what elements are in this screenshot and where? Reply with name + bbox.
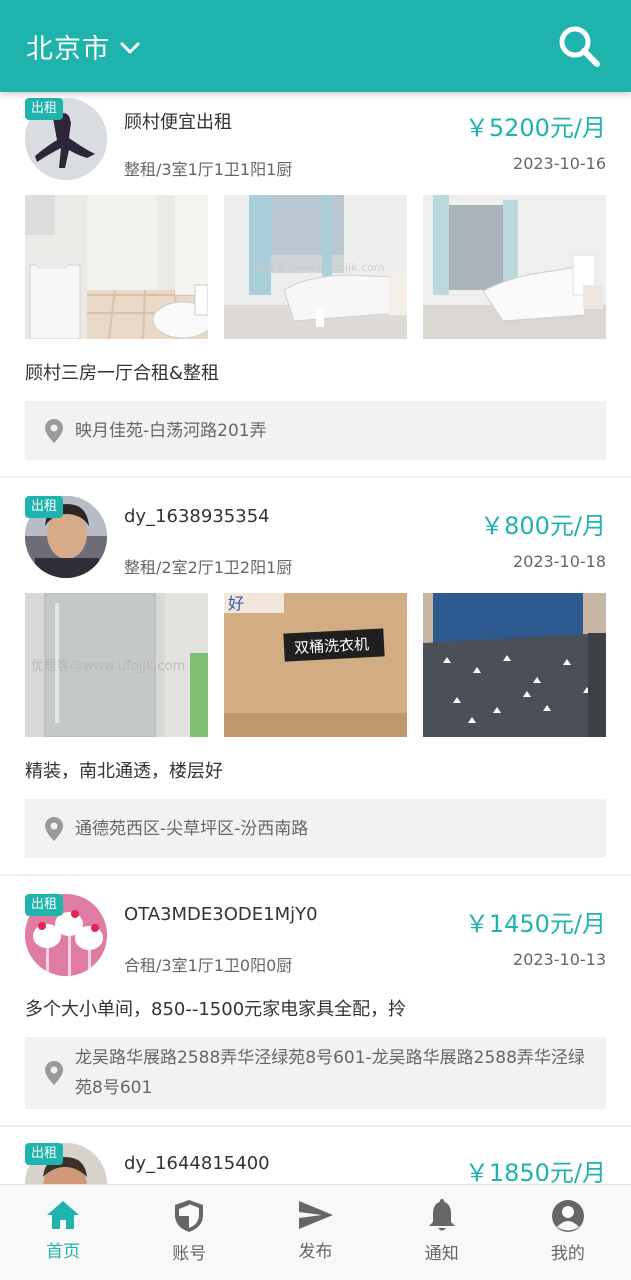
post-date: 2023-10-13: [513, 950, 606, 969]
city-name: 北京市: [26, 33, 110, 65]
tab-home[interactable]: 首页: [0, 1185, 126, 1280]
tab-profile[interactable]: 我的: [505, 1185, 631, 1280]
location-pin-icon: [45, 418, 63, 443]
poster-name: dy_1644815400: [124, 1153, 270, 1174]
chevron-down-icon: [120, 42, 140, 54]
listing-description: 精装，南北通透，楼层好: [25, 761, 223, 782]
search-button[interactable]: [557, 24, 601, 68]
shield-icon: [175, 1200, 204, 1232]
bedroom-photo[interactable]: [423, 195, 606, 339]
user-icon: [551, 1200, 584, 1232]
listing-card[interactable]: 出租 顾村便宜出租 ￥5200元/月 整租/3室1厅1卫1阳1厨 2023-10…: [0, 92, 631, 478]
listing-feed[interactable]: 出租 顾村便宜出租 ￥5200元/月 整租/3室1厅1卫1阳1厨 2023-10…: [0, 92, 631, 1184]
address-text: 映月佳苑-白荡河路201弄: [75, 420, 267, 441]
washing-machine-box-photo[interactable]: 好 双桶洗衣机: [224, 593, 407, 737]
address-text: 通德苑西区-尖草坪区-汾西南路: [75, 818, 309, 839]
city-selector[interactable]: 北京市: [26, 27, 140, 66]
poster-name: dy_1638935354: [124, 506, 270, 527]
post-date: 2023-10-18: [513, 552, 606, 571]
room-spec: 合租/3室1厅1卫0阳0厨: [124, 956, 293, 975]
listing-card[interactable]: 出租 dy_1638935354 ￥800元/月 整租/2室2厅1卫2阳1厨 2…: [0, 478, 631, 876]
tab-label: 账号: [172, 1244, 207, 1264]
tab-notifications[interactable]: 通知: [379, 1185, 505, 1280]
bedroom-photo[interactable]: 优居客@www.ufojjk.com: [224, 195, 407, 339]
search-icon: [559, 26, 600, 67]
watermark: 优居客@www.ufojjk.com: [254, 261, 385, 274]
price: ￥800元/月: [480, 512, 606, 540]
post-date: 2023-10-16: [513, 154, 606, 173]
price: ￥5200元/月: [464, 114, 606, 142]
svg-text:好: 好: [228, 594, 244, 613]
price: ￥1450元/月: [464, 910, 606, 938]
send-icon: [298, 1201, 333, 1229]
poster-name: OTA3MDE3ODE1MjY0: [124, 904, 318, 925]
rent-badge: 出租: [25, 1143, 64, 1165]
tab-label: 首页: [46, 1242, 81, 1262]
listing-description: 多个大小单间，850--1500元家电家具全配，拎: [25, 999, 407, 1020]
bottom-tab-bar: 首页 账号 发布 通知 我的: [0, 1184, 631, 1280]
fridge-photo[interactable]: 优居客@www.ufojjk.com: [25, 593, 208, 737]
rent-badge: 出租: [25, 894, 64, 916]
poster-name: 顾村便宜出租: [124, 112, 232, 133]
location-pin-icon: [45, 816, 63, 841]
tab-label: 发布: [298, 1242, 333, 1262]
photo-row: 优居客@www.ufojjk.com 好 双桶洗衣机: [25, 593, 606, 737]
address-bar[interactable]: 龙吴路华展路2588弄华泾绿苑8号601-龙吴路华展路2588弄华泾绿苑8号60…: [25, 1037, 606, 1109]
tab-label: 通知: [424, 1244, 459, 1264]
top-bar: 北京市: [0, 0, 631, 92]
bell-icon: [428, 1199, 455, 1231]
address-bar[interactable]: 通德苑西区-尖草坪区-汾西南路: [25, 799, 606, 858]
location-pin-icon: [45, 1061, 63, 1085]
price: ￥1850元/月: [464, 1159, 606, 1184]
watermark: 优居客@www.ufojjk.com: [31, 659, 186, 674]
bed-photo[interactable]: [423, 593, 606, 737]
listing-card[interactable]: 出租 dy_1644815400 ￥1850元/月: [0, 1127, 631, 1184]
address-text: 龙吴路华展路2588弄华泾绿苑8号601-龙吴路华展路2588弄华泾绿苑8号60…: [75, 1048, 585, 1098]
room-spec: 整租/3室1厅1卫1阳1厨: [124, 160, 293, 179]
address-bar[interactable]: 映月佳苑-白荡河路201弄: [25, 401, 606, 460]
tab-account[interactable]: 账号: [126, 1185, 252, 1280]
photo-row: 优居客@www.ufojjk.com: [25, 195, 606, 339]
tab-publish[interactable]: 发布: [252, 1185, 378, 1280]
tab-label: 我的: [550, 1244, 585, 1264]
room-spec: 整租/2室2厅1卫2阳1厨: [124, 558, 293, 577]
listing-card[interactable]: 出租 OTA3MDE3ODE1MjY0 ￥1450元/月 合租/3室1厅1卫0阳…: [0, 876, 631, 1127]
rent-badge: 出租: [25, 496, 64, 518]
listing-description: 顾村三房一厅合租&整租: [25, 363, 220, 384]
bathroom-photo[interactable]: [25, 195, 208, 339]
home-icon: [47, 1201, 80, 1229]
rent-badge: 出租: [25, 98, 64, 120]
